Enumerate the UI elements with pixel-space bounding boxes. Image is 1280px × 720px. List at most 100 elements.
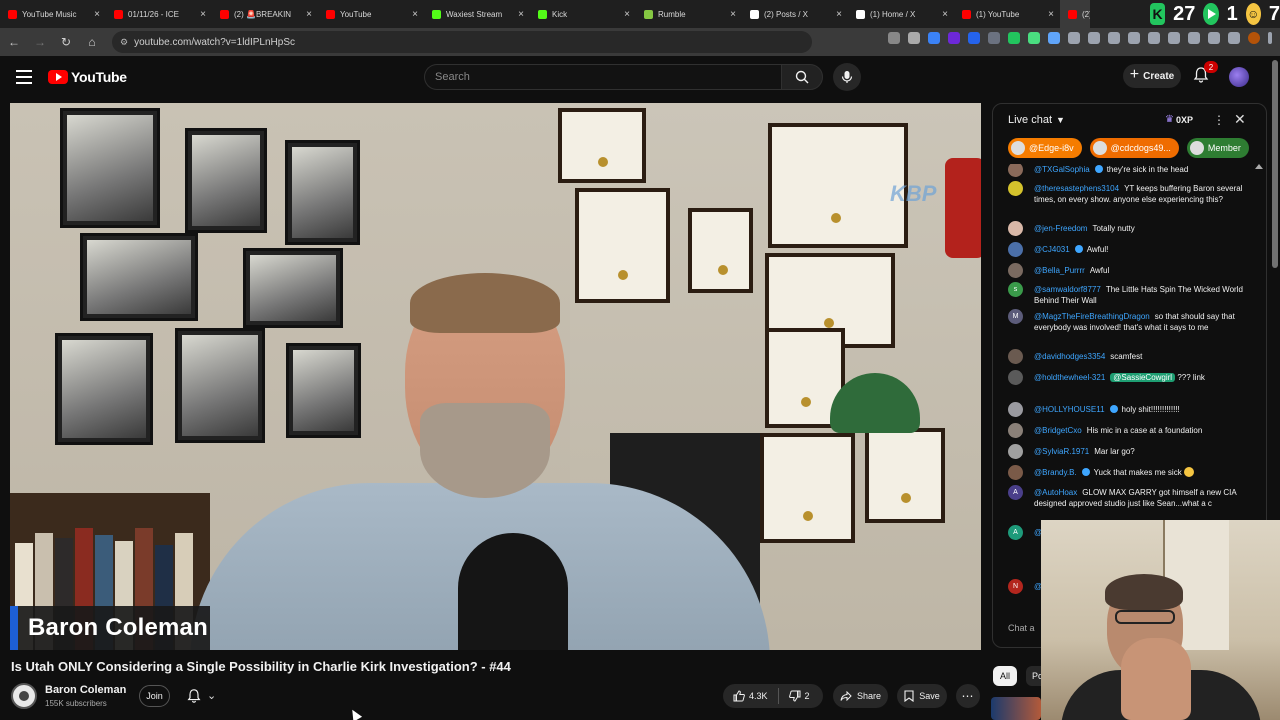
sidebar-icon[interactable] bbox=[1188, 32, 1200, 44]
home-icon[interactable]: ⌂ bbox=[80, 30, 104, 54]
chat-message[interactable]: @CJ4031 Awful! bbox=[1008, 242, 1250, 257]
search-input[interactable]: Search bbox=[424, 64, 782, 90]
avatar[interactable] bbox=[1008, 164, 1023, 177]
chat-username[interactable]: @TXGalSophia bbox=[1034, 165, 1090, 174]
tab-close-icon[interactable]: × bbox=[730, 9, 736, 20]
chat-message[interactable]: @davidhodges3354 scamfest bbox=[1008, 349, 1250, 364]
chat-username[interactable]: @MagzTheFireBreathingDragon bbox=[1034, 312, 1150, 321]
browser-menu-icon[interactable] bbox=[1268, 32, 1272, 44]
like-button[interactable]: 4.3K bbox=[723, 684, 778, 708]
browser-tab[interactable]: Rumble × bbox=[636, 0, 742, 28]
chat-message[interactable]: M @MagzTheFireBreathingDragon so that shou… bbox=[1008, 309, 1250, 333]
avatar[interactable] bbox=[1008, 181, 1023, 196]
share-button[interactable]: Share bbox=[833, 684, 888, 708]
avatar[interactable]: A bbox=[1008, 525, 1023, 540]
extension-icon[interactable] bbox=[948, 32, 960, 44]
chat-username[interactable]: @samwaldorf8777 bbox=[1034, 285, 1101, 294]
avatar[interactable]: M bbox=[1008, 309, 1023, 324]
reading-list-icon[interactable] bbox=[1208, 32, 1220, 44]
pinned-supporter-chip[interactable]: @cdcdogs49... bbox=[1089, 138, 1179, 158]
subscription-bell-button[interactable] bbox=[186, 688, 202, 704]
emoji-face-icon[interactable]: ☺ bbox=[1245, 3, 1261, 25]
tab-close-icon[interactable]: × bbox=[412, 9, 418, 20]
chevron-down-icon[interactable]: ⌄ bbox=[207, 689, 216, 702]
kick-icon[interactable]: K bbox=[1150, 3, 1166, 25]
avatar[interactable] bbox=[1008, 221, 1023, 236]
chat-message[interactable]: @theresastephens3104 YT keeps buffering B… bbox=[1008, 181, 1250, 205]
tab-close-icon[interactable]: × bbox=[518, 9, 524, 20]
extension-icon[interactable] bbox=[1008, 32, 1020, 44]
avatar[interactable]: N bbox=[1008, 579, 1023, 594]
create-button[interactable]: + Create bbox=[1123, 64, 1181, 88]
extension-icon[interactable] bbox=[1148, 32, 1160, 44]
member-chip[interactable]: Member bbox=[1186, 138, 1249, 158]
extension-icon[interactable] bbox=[1028, 32, 1040, 44]
recommended-video-thumbnail[interactable] bbox=[991, 697, 1041, 720]
chat-username[interactable]: @HOLLYHOUSE11 bbox=[1034, 405, 1105, 414]
chat-username[interactable]: @Bella_Purrrr bbox=[1034, 266, 1085, 275]
chat-message[interactable]: @jen-Freedom Totally nutty bbox=[1008, 221, 1250, 236]
tab-close-icon[interactable]: × bbox=[306, 9, 312, 20]
cast-icon[interactable] bbox=[888, 32, 900, 44]
scroll-up-icon[interactable] bbox=[1255, 164, 1263, 169]
extension-icon[interactable] bbox=[1048, 32, 1060, 44]
avatar[interactable] bbox=[1008, 242, 1023, 257]
history-icon[interactable] bbox=[1128, 32, 1140, 44]
chat-message[interactable]: A @AutoHoax GLOW MAX GARRY got himself a n… bbox=[1008, 485, 1250, 509]
download-icon[interactable] bbox=[1228, 32, 1240, 44]
forward-icon[interactable]: → bbox=[28, 30, 52, 54]
browser-tab[interactable]: (1) YouTube × bbox=[954, 0, 1060, 28]
notifications-button[interactable]: 2 bbox=[1192, 61, 1218, 86]
chat-more-icon[interactable]: ⋮ bbox=[1213, 113, 1225, 127]
chat-message[interactable]: @TXGalSophia they're sick in the head bbox=[1008, 164, 1250, 177]
avatar[interactable] bbox=[1008, 370, 1023, 385]
avatar[interactable] bbox=[1008, 465, 1023, 480]
tab-close-icon[interactable]: × bbox=[1048, 9, 1054, 20]
search-button[interactable] bbox=[781, 64, 823, 90]
chat-username[interactable]: @SylviaR.1971 bbox=[1034, 447, 1089, 456]
extension-icon[interactable] bbox=[1068, 32, 1080, 44]
profile-avatar[interactable] bbox=[1248, 32, 1260, 44]
close-icon[interactable]: ✕ bbox=[1234, 111, 1246, 128]
chat-username[interactable]: @CJ4031 bbox=[1034, 245, 1070, 254]
chat-message[interactable]: @SylviaR.1971 Mar lar go? bbox=[1008, 444, 1250, 459]
save-button[interactable]: Save bbox=[897, 684, 947, 708]
chat-message[interactable]: @Bella_Purrrr Awful bbox=[1008, 263, 1250, 278]
tab-close-icon[interactable]: × bbox=[624, 9, 630, 20]
browser-tab[interactable]: (2) 🚨BREAKIN × bbox=[212, 0, 318, 28]
page-scrollbar[interactable] bbox=[1272, 60, 1278, 268]
extension-icon[interactable] bbox=[988, 32, 1000, 44]
chat-username[interactable]: @davidhodges3354 bbox=[1034, 352, 1105, 361]
live-chat-header[interactable]: Live chat ▼ bbox=[993, 104, 1266, 136]
youtube-logo[interactable]: YouTube bbox=[48, 69, 127, 85]
avatar[interactable]: A bbox=[1008, 485, 1023, 500]
browser-tab[interactable]: (1) Home / X × bbox=[848, 0, 954, 28]
xp-badge[interactable]: ♛ 0XP bbox=[1165, 114, 1193, 125]
reload-icon[interactable]: ↻ bbox=[54, 30, 78, 54]
chat-username[interactable]: @BridgetCxo bbox=[1034, 426, 1082, 435]
chat-username[interactable]: @holdthewheel-321 bbox=[1034, 373, 1105, 382]
video-player[interactable]: KBP Baron Coleman bbox=[10, 103, 981, 650]
devtools-icon[interactable] bbox=[1168, 32, 1180, 44]
pinned-supporter-chip[interactable]: @Edge-i8v bbox=[1008, 138, 1082, 158]
browser-tab[interactable]: Kick × bbox=[530, 0, 636, 28]
chat-message[interactable]: @holdthewheel-321 @SassieCowgirl ??? link bbox=[1008, 370, 1250, 385]
avatar[interactable] bbox=[1008, 444, 1023, 459]
dislike-button[interactable]: 2 bbox=[779, 684, 820, 708]
bookmark-star-icon[interactable] bbox=[908, 32, 920, 44]
puzzle-icon[interactable] bbox=[1108, 32, 1120, 44]
rumble-play-icon[interactable] bbox=[1203, 3, 1219, 25]
chat-username[interactable]: @AutoHoax bbox=[1034, 488, 1077, 497]
tab-close-icon[interactable]: × bbox=[200, 9, 206, 20]
avatar[interactable] bbox=[1008, 402, 1023, 417]
extension-icon[interactable] bbox=[1088, 32, 1100, 44]
avatar[interactable] bbox=[1008, 349, 1023, 364]
chat-message[interactable]: @HOLLYHOUSE11 holy shit!!!!!!!!!!!!! bbox=[1008, 402, 1250, 417]
browser-tab[interactable]: Waxiest Stream × bbox=[424, 0, 530, 28]
channel-name[interactable]: Baron Coleman bbox=[45, 684, 126, 696]
join-button[interactable]: Join bbox=[139, 685, 170, 707]
tab-close-icon[interactable]: × bbox=[942, 9, 948, 20]
avatar[interactable] bbox=[1008, 263, 1023, 278]
avatar[interactable]: s bbox=[1008, 282, 1023, 297]
more-actions-button[interactable]: ⋯ bbox=[956, 684, 980, 708]
